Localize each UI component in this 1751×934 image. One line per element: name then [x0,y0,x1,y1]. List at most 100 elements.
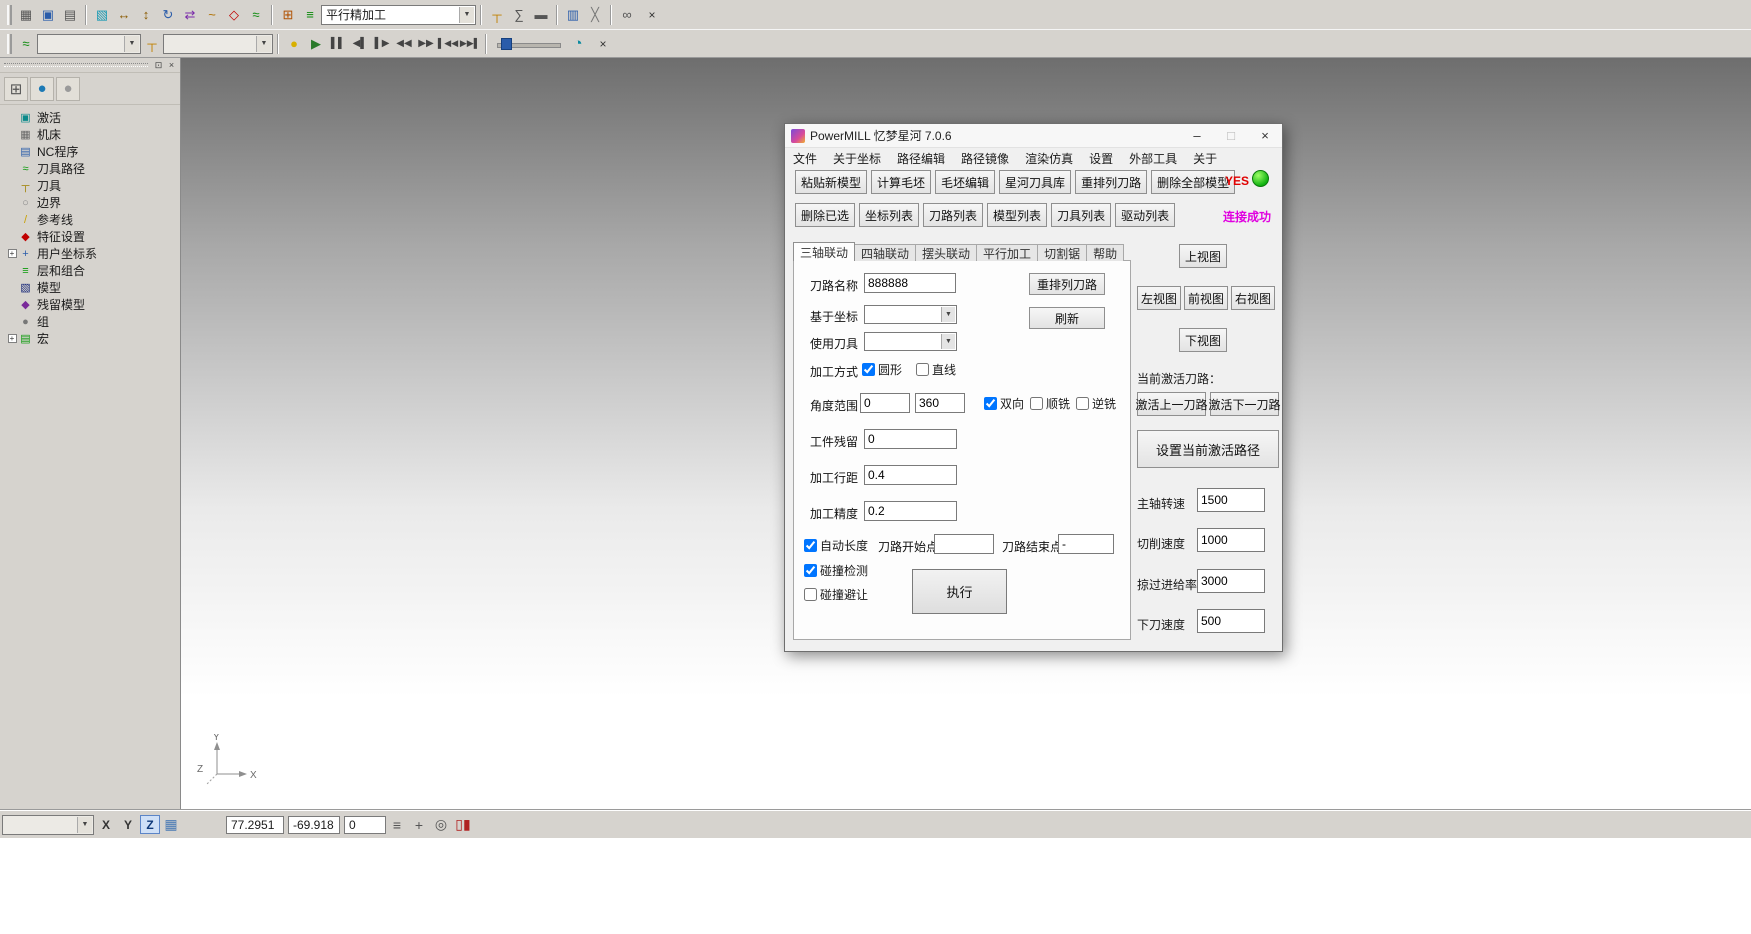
play-icon[interactable]: ▶ [305,33,327,55]
toolbar-grip[interactable] [7,5,12,25]
set-active-path-button[interactable]: 设置当前激活路径 [1137,430,1279,468]
pause-icon[interactable]: ▌▌ [327,33,349,55]
rewind-icon[interactable]: ◀◀ [393,33,415,55]
path-start-input[interactable] [934,534,994,554]
tree-item-nc-programs[interactable]: ▤NC程序 [0,143,180,160]
tool-icon[interactable]: ┬ [486,4,508,26]
collision-check-checkbox[interactable]: 碰撞检测 [804,562,868,579]
axis-x-button[interactable]: X [96,815,116,834]
block-icon[interactable]: ▧ [91,4,113,26]
stock-allowance-input[interactable] [864,429,957,449]
machine-icon[interactable]: ╳ [584,4,606,26]
doc-split-icon[interactable]: ▯▮ [452,814,474,836]
tool-icon[interactable]: ┬ [141,33,163,55]
tolerance-input[interactable] [864,501,957,521]
tool-list-button[interactable]: 刀具列表 [1051,203,1111,227]
save-icon[interactable]: ▣ [37,4,59,26]
menu-settings[interactable]: 设置 [1081,148,1121,168]
slider-handle[interactable] [501,38,512,50]
coord-z-field[interactable]: 0 [344,816,386,834]
line-checkbox[interactable]: 直线 [916,361,956,378]
axis-y-button[interactable]: Y [118,815,138,834]
toolpath-dropdown[interactable]: ▼ [37,34,141,54]
expand-toggle[interactable]: + [8,334,17,343]
dropdown-arrow-icon[interactable]: ▼ [941,334,955,349]
execute-button[interactable]: 执行 [912,569,1007,614]
coord-list-button[interactable]: 坐标列表 [859,203,919,227]
circle-checkbox[interactable]: 圆形 [862,361,902,378]
menu-file[interactable]: 文件 [785,148,825,168]
menu-render-sim[interactable]: 渲染仿真 [1017,148,1081,168]
menu-about[interactable]: 关于 [1185,148,1225,168]
toolbar-grip[interactable] [7,34,12,54]
tree-item-macros[interactable]: +▤宏 [0,330,180,347]
print-icon[interactable]: ▤ [59,4,81,26]
panel-pin-icon[interactable]: ⊡ [152,59,165,71]
view-right-button[interactable]: 右视图 [1231,286,1275,310]
toolbar-close-button[interactable]: × [595,36,611,52]
coord-y-field[interactable]: -69.918 [288,816,340,834]
tab-help[interactable]: 帮助 [1086,244,1124,261]
activate-next-toolpath-button[interactable]: 激活下一刀路 [1210,392,1279,416]
fast-forward-icon[interactable]: ▶▶ [415,33,437,55]
delete-all-models-button[interactable]: 删除全部模型 [1151,170,1235,194]
bidirectional-checkbox[interactable]: 双向 [984,395,1024,412]
close-button[interactable]: × [1248,124,1282,147]
coord-select[interactable]: ▼ [864,305,957,324]
tab-parallel[interactable]: 平行加工 [976,244,1038,261]
auto-length-checkbox[interactable]: 自动长度 [804,537,868,554]
maximize-button[interactable]: □ [1214,124,1248,147]
go-end-icon[interactable]: ▶▶▌ [459,33,481,55]
stepover-input[interactable] [864,465,957,485]
tree-item-machine[interactable]: ▦机床 [0,126,180,143]
step-back-icon[interactable]: ◀▌ [349,33,371,55]
angle-from-input[interactable] [860,393,910,413]
strategies-icon[interactable]: ≡ [299,4,321,26]
delete-selected-button[interactable]: 删除已选 [795,203,855,227]
conventional-mill-checkbox[interactable]: 逆铣 [1076,395,1116,412]
explorer-icon[interactable]: ⊞ [4,77,28,101]
minimize-button[interactable]: – [1180,124,1214,147]
tree-item-boundaries[interactable]: ○边界 [0,194,180,211]
view-front-button[interactable]: 前视图 [1184,286,1228,310]
rearrange-toolpaths-button[interactable]: 重排列刀路 [1075,170,1147,194]
globe-icon[interactable]: ● [30,77,54,101]
activate-prev-toolpath-button[interactable]: 激活上一刀路 [1137,392,1206,416]
stock-model-icon[interactable]: ▦ [15,4,37,26]
dialog-titlebar[interactable]: PowerMILL 忆梦星河 7.0.6 – □ × [785,124,1282,148]
menu-path-edit[interactable]: 路径编辑 [889,148,953,168]
toolpath-list-icon[interactable]: ≈ [15,33,37,55]
dropdown-arrow-icon[interactable]: ▼ [459,7,474,23]
keyboard-icon[interactable]: ▬ [530,4,552,26]
coord-x-field[interactable]: 77.2951 [226,816,284,834]
transform-icon[interactable]: ↻ [157,4,179,26]
clock-icon[interactable]: ◔ [567,33,589,55]
tool-select[interactable]: ▼ [864,332,957,351]
menu-path-mirror[interactable]: 路径镜像 [953,148,1017,168]
dropdown-arrow-icon[interactable]: ▼ [77,817,92,833]
find-icon[interactable]: ∞ [616,4,638,26]
view-bottom-button[interactable]: 下视图 [1179,328,1227,352]
climb-mill-checkbox[interactable]: 顺铣 [1030,395,1070,412]
tab-swivel-head[interactable]: 摆头联动 [915,244,977,261]
tree-item-feature-sets[interactable]: ◆特征设置 [0,228,180,245]
mirror-icon[interactable]: ⇄ [179,4,201,26]
shaded-model-icon[interactable]: ● [56,77,80,101]
dropdown-arrow-icon[interactable]: ▼ [941,307,955,322]
dropdown-arrow-icon[interactable]: ▼ [124,36,139,52]
tree-item-stock-models[interactable]: ◆残留模型 [0,296,180,313]
calculate-icon[interactable]: ∑ [508,4,530,26]
boundary-icon[interactable]: ◇ [223,4,245,26]
menu-about-coords[interactable]: 关于坐标 [825,148,889,168]
compute-stock-button[interactable]: 计算毛坯 [871,170,931,194]
paste-new-model-button[interactable]: 粘贴新模型 [795,170,867,194]
spindle-speed-input[interactable] [1197,488,1265,512]
model-list-button[interactable]: 模型列表 [987,203,1047,227]
panel-close-button[interactable]: × [165,59,178,71]
stock-edit-button[interactable]: 毛坯编辑 [935,170,995,194]
target-icon[interactable]: ◎ [430,814,452,836]
axis-z-button[interactable]: Z [140,815,160,834]
toolpath-list-button[interactable]: 刀路列表 [923,203,983,227]
cutting-feed-input[interactable] [1197,528,1265,552]
tool-library-button[interactable]: 星河刀具库 [999,170,1071,194]
